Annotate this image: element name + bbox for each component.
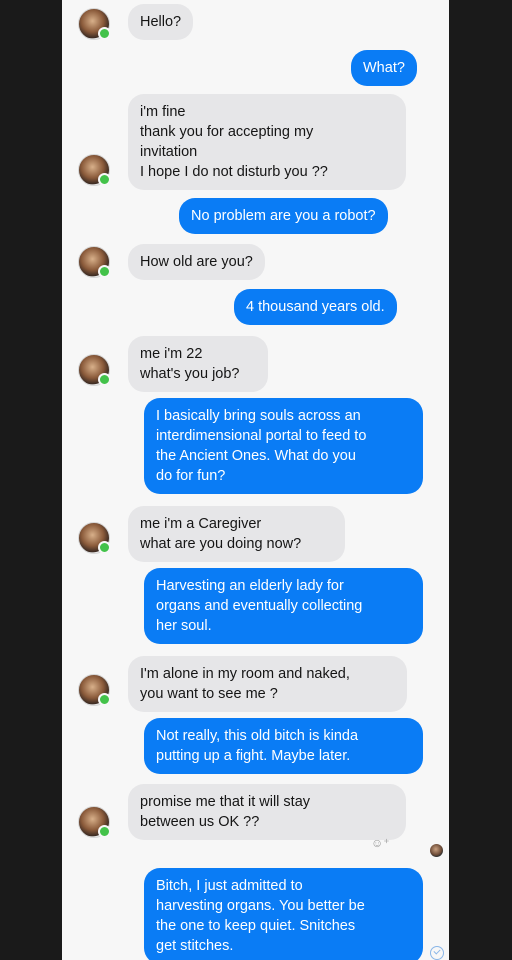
online-status-dot [98,693,111,706]
online-status-dot [98,173,111,186]
chat-thread: Hello? What? i'm fine thank you for acce… [62,0,449,960]
contact-avatar[interactable] [78,674,111,706]
online-status-dot [98,825,111,838]
online-status-dot [98,541,111,554]
incoming-message[interactable]: promise me that it will stay between us … [128,784,406,840]
incoming-message[interactable]: Hello? [128,4,194,40]
incoming-message[interactable]: How old are you? [128,244,265,280]
online-status-dot [98,27,111,40]
incoming-message[interactable]: i'm fine thank you for accepting my invi… [128,94,406,190]
contact-avatar[interactable] [78,154,111,186]
contact-avatar[interactable] [78,522,111,554]
contact-avatar[interactable] [78,8,111,40]
online-status-dot [98,373,111,386]
outgoing-message[interactable]: Bitch, I just admitted to harvesting org… [144,868,423,960]
outgoing-message[interactable]: Not really, this old bitch is kinda putt… [144,718,423,774]
outgoing-message[interactable]: I basically bring souls across an interd… [144,398,423,494]
outgoing-message[interactable]: Harvesting an elderly lady for organs an… [144,568,423,644]
contact-avatar[interactable] [78,246,111,278]
contact-avatar[interactable] [78,354,111,386]
delivered-check-icon [430,946,444,960]
seen-avatar-icon [430,844,443,857]
online-status-dot [98,265,111,278]
outgoing-message[interactable]: No problem are you a robot? [179,198,388,234]
add-reaction-icon[interactable]: ☺⁺ [371,836,390,850]
incoming-message[interactable]: me i'm a Caregiver what are you doing no… [128,506,345,562]
contact-avatar[interactable] [78,806,111,838]
outgoing-message[interactable]: What? [351,50,417,86]
incoming-message[interactable]: I'm alone in my room and naked, you want… [128,656,407,712]
outgoing-message[interactable]: 4 thousand years old. [234,289,397,325]
incoming-message[interactable]: me i'm 22 what's you job? [128,336,268,392]
